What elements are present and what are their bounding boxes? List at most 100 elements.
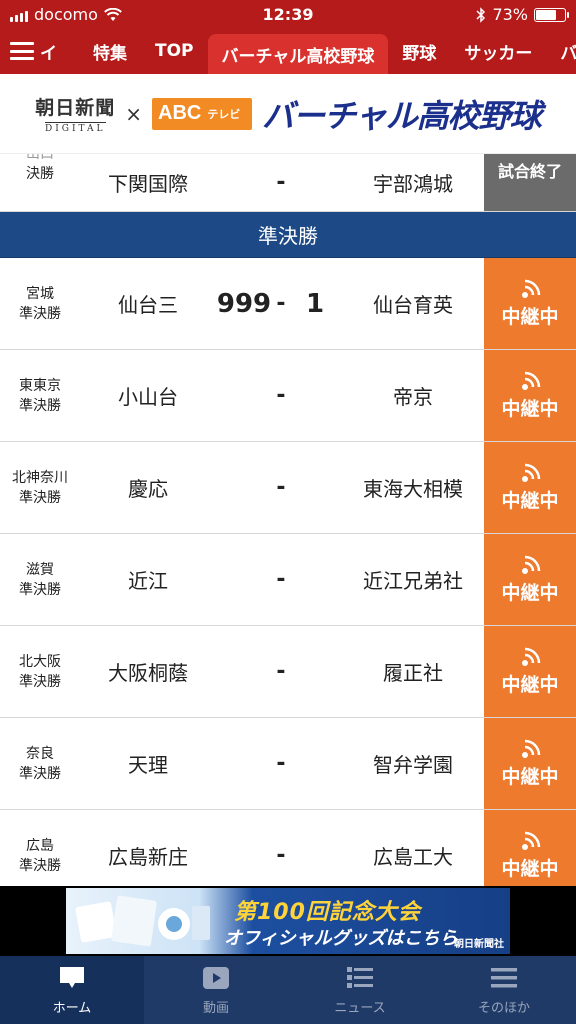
match-row[interactable]: 奈良 準決勝 天理 - 智弁学園 中継中: [0, 718, 576, 810]
category-nav: イ 特集 TOP バーチャル高校野球 野球 サッカー バレ: [0, 28, 576, 74]
menu-label: イ: [40, 43, 57, 64]
live-label: 中継中: [501, 674, 559, 696]
broadcast-signal-icon: [522, 831, 541, 850]
live-label: 中継中: [501, 582, 559, 604]
home-team: 慶応: [128, 477, 168, 501]
home-icon: [60, 966, 84, 988]
broadcast-signal-icon: [522, 555, 541, 574]
official-goods-ad[interactable]: 第100回記念大会 オフィシャルグッズはこちら 朝日新聞社: [66, 888, 510, 954]
away-score: 1: [305, 288, 325, 319]
tab-top[interactable]: TOP: [141, 28, 208, 74]
live-label: 中継中: [501, 306, 559, 328]
away-score: [292, 626, 338, 717]
away-team: 帝京: [393, 385, 433, 409]
score-separator: -: [276, 475, 286, 500]
tab-home[interactable]: ホーム: [0, 956, 144, 1024]
tab-volleyball[interactable]: バレ: [546, 28, 576, 74]
abc-tv-logo: ABC テレビ: [152, 97, 253, 130]
score-separator: -: [276, 383, 286, 408]
tab-tokushu[interactable]: 特集: [79, 28, 141, 74]
live-broadcast-button[interactable]: 中継中: [484, 810, 576, 886]
match-row[interactable]: 北大阪 準決勝 大阪桐蔭 - 履正社 中継中: [0, 626, 576, 718]
broadcast-signal-icon: [522, 739, 541, 758]
tab-virtual-koshien[interactable]: バーチャル高校野球: [207, 34, 389, 74]
battery-fill: [536, 9, 557, 20]
broadcast-signal-icon: [522, 463, 541, 482]
match-region: 滋賀 準決勝: [19, 561, 61, 598]
home-team: 近江: [128, 569, 168, 593]
score-separator: -: [276, 751, 286, 776]
home-team: 大阪桐蔭: [108, 661, 188, 685]
battery-percent: 73%: [492, 5, 528, 24]
game-ended-badge[interactable]: 試合終了: [484, 154, 576, 211]
home-score: [212, 442, 276, 533]
match-row[interactable]: 滋賀 準決勝 近江 - 近江兄弟社 中継中: [0, 534, 576, 626]
broadcast-signal-icon: [522, 279, 541, 298]
play-icon: [203, 966, 229, 989]
live-broadcast-button[interactable]: 中継中: [484, 258, 576, 349]
brand-banner: 朝日新聞 DIGITAL × ABC テレビ バーチャル高校野球: [0, 74, 576, 154]
away-team: 智弁学園: [373, 753, 453, 777]
away-team: 東海大相模: [363, 477, 463, 501]
broadcast-signal-icon: [522, 371, 541, 390]
section-semifinal: 準決勝: [0, 212, 576, 258]
match-region: 宮城 準決勝: [19, 285, 61, 322]
live-label: 中継中: [501, 398, 559, 420]
match-list[interactable]: 山口 決勝 下関国際 - 宇部鴻城 試合終了 準決勝 宮城 準決勝 仙台三 99…: [0, 154, 576, 886]
match-row[interactable]: 東東京 準決勝 小山台 - 帝京 中継中: [0, 350, 576, 442]
bottom-tab-bar: ホーム 動画 ニュース そのほか: [0, 956, 576, 1024]
score-separator: -: [276, 659, 286, 684]
live-broadcast-button[interactable]: 中継中: [484, 718, 576, 809]
goods-illustration: [75, 895, 210, 947]
tab-baseball[interactable]: 野球: [388, 28, 450, 74]
live-broadcast-button[interactable]: 中継中: [484, 350, 576, 441]
live-label: 中継中: [501, 858, 559, 880]
live-label: 中継中: [501, 490, 559, 512]
menu-button[interactable]: イ: [0, 28, 79, 74]
match-row[interactable]: 宮城 準決勝 仙台三 999 - 1 仙台育英 中継中: [0, 258, 576, 350]
broadcast-signal-icon: [522, 647, 541, 666]
away-score: [292, 534, 338, 625]
away-team: 近江兄弟社: [363, 569, 463, 593]
ad-headline: 第100回記念大会: [234, 900, 421, 925]
status-right: 73%: [476, 5, 569, 24]
ad-subline: オフィシャルグッズはこちら: [224, 928, 458, 949]
away-team: 仙台育英: [373, 293, 453, 317]
match-row[interactable]: 山口 決勝 下関国際 - 宇部鴻城 試合終了: [0, 154, 576, 212]
home-score: 999: [216, 288, 272, 319]
live-broadcast-button[interactable]: 中継中: [484, 442, 576, 533]
away-score: [292, 718, 338, 809]
tab-video[interactable]: 動画: [144, 956, 288, 1024]
battery-icon: [534, 7, 569, 22]
match-region: 東東京 準決勝: [19, 377, 61, 414]
ad-banner[interactable]: 第100回記念大会 オフィシャルグッズはこちら 朝日新聞社: [0, 886, 576, 956]
home-team: 広島新庄: [108, 845, 188, 869]
ad-brand: 朝日新聞社: [454, 939, 504, 950]
home-team: 小山台: [118, 385, 178, 409]
tab-news[interactable]: ニュース: [288, 956, 432, 1024]
tab-soccer[interactable]: サッカー: [450, 28, 546, 74]
score-separator: -: [276, 291, 286, 316]
status-bar: docomo 12:39 73%: [0, 0, 576, 28]
hamburger-icon: [10, 42, 34, 60]
live-broadcast-button[interactable]: 中継中: [484, 626, 576, 717]
home-team: 仙台三: [118, 293, 178, 317]
score-separator: -: [276, 170, 286, 195]
match-row[interactable]: 北神奈川 準決勝 慶応 - 東海大相模 中継中: [0, 442, 576, 534]
away-team: 広島工大: [373, 845, 453, 869]
virtual-koshien-logo: バーチャル高校野球: [262, 97, 542, 134]
tab-more[interactable]: そのほか: [432, 956, 576, 1024]
home-score: [212, 810, 276, 886]
away-score: [292, 442, 338, 533]
match-region: 広島 準決勝: [19, 837, 61, 874]
live-broadcast-button[interactable]: 中継中: [484, 534, 576, 625]
home-score: [212, 534, 276, 625]
home-score: [212, 350, 276, 441]
match-region: 北神奈川 準決勝: [12, 469, 68, 506]
bluetooth-icon: [476, 6, 486, 23]
home-team: 下関国際: [108, 172, 188, 196]
menu-icon: [491, 967, 517, 987]
match-row[interactable]: 広島 準決勝 広島新庄 - 広島工大 中継中: [0, 810, 576, 886]
away-score: [292, 350, 338, 441]
match-region: 奈良 準決勝: [19, 745, 61, 782]
